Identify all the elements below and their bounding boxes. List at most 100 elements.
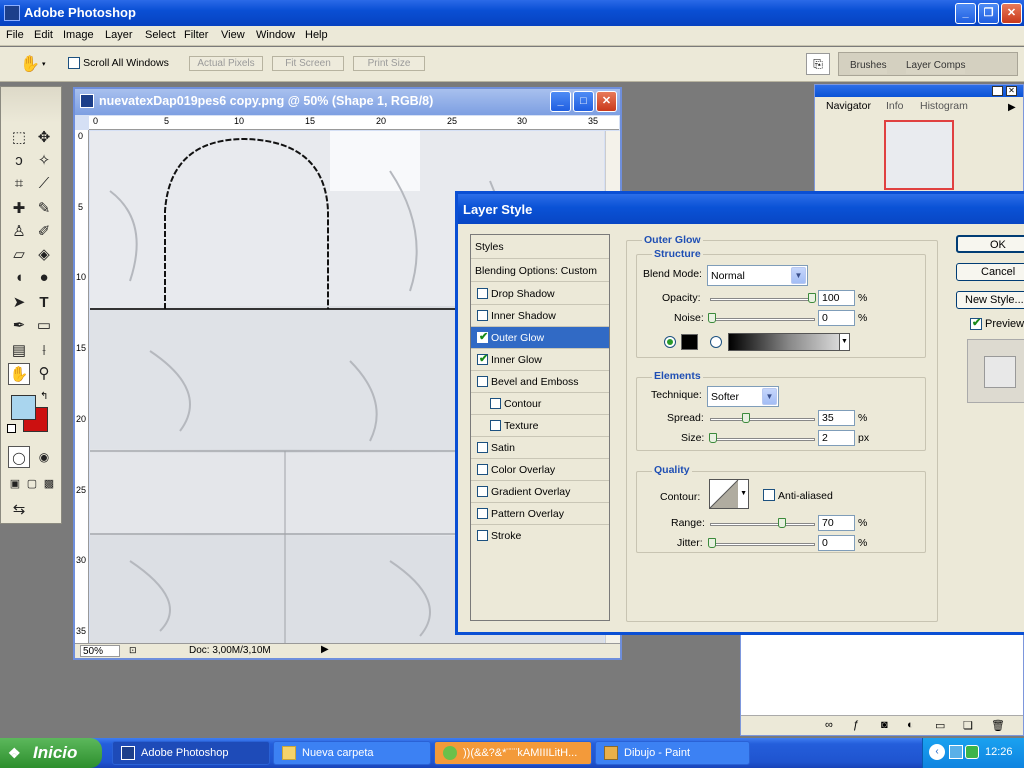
menu-window[interactable]: Window xyxy=(256,29,295,41)
menu-help[interactable]: Help xyxy=(305,29,328,41)
style-item-outer-glow[interactable]: Outer Glow xyxy=(471,327,609,349)
blur-tool-icon[interactable]: ◖ xyxy=(8,267,30,289)
rectangle-tool-icon[interactable]: ▭ xyxy=(33,315,55,337)
task-photoshop[interactable]: Adobe Photoshop xyxy=(112,741,270,765)
opacity-input[interactable]: 100 xyxy=(818,290,855,306)
glow-gradient-picker[interactable] xyxy=(728,333,850,351)
network-icon[interactable] xyxy=(949,745,963,759)
fit-screen-button[interactable]: Fit Screen xyxy=(272,56,344,71)
restore-button[interactable]: ❐ xyxy=(978,3,999,24)
path-selection-tool-icon[interactable]: ➤ xyxy=(8,292,30,314)
inner-shadow-checkbox[interactable] xyxy=(477,310,488,321)
zoom-tool-icon[interactable]: ⚲ xyxy=(33,363,55,385)
menu-select[interactable]: Select xyxy=(145,29,176,41)
healing-brush-tool-icon[interactable]: ✚ xyxy=(8,198,30,220)
file-browser-icon[interactable]: ⎘ xyxy=(806,53,830,75)
opacity-slider-thumb[interactable] xyxy=(808,293,816,303)
jitter-slider[interactable] xyxy=(708,538,815,548)
status-arrow-icon[interactable]: ▶ xyxy=(321,644,329,655)
noise-slider[interactable] xyxy=(708,313,815,323)
gradient-overlay-checkbox[interactable] xyxy=(477,486,488,497)
noise-input[interactable]: 0 xyxy=(818,310,855,326)
layer-mask-icon[interactable]: ◙ xyxy=(881,719,888,731)
panel-menu-icon[interactable]: ▶ xyxy=(1008,102,1016,113)
layer-style-icon[interactable]: ƒ xyxy=(853,719,859,731)
clone-stamp-tool-icon[interactable]: ♙ xyxy=(8,221,30,243)
eyedropper-tool-icon[interactable]: ⟊ xyxy=(33,340,55,362)
size-slider-thumb[interactable] xyxy=(709,433,717,443)
scroll-all-windows-checkbox[interactable] xyxy=(68,57,80,70)
well-tab-layer-comps[interactable]: Layer Comps xyxy=(906,60,966,74)
style-item-bevel-emboss[interactable]: Bevel and Emboss xyxy=(471,371,609,393)
gradient-radio[interactable] xyxy=(710,336,722,348)
solid-color-radio[interactable] xyxy=(664,336,676,348)
style-item-gradient-overlay[interactable]: Gradient Overlay xyxy=(471,481,609,503)
delete-layer-icon[interactable]: 🗑 xyxy=(991,719,1005,732)
foreground-color-swatch[interactable] xyxy=(11,395,36,420)
contour-picker[interactable]: ▼ xyxy=(709,479,749,509)
hand-tool-preset-icon[interactable]: ✋ xyxy=(20,54,40,74)
eraser-tool-icon[interactable]: ▱ xyxy=(8,244,30,266)
range-input[interactable]: 70 xyxy=(818,515,855,531)
panel-minimize-icon[interactable] xyxy=(992,86,1003,96)
blend-mode-select[interactable]: Normal ▼ xyxy=(707,265,808,286)
task-messenger[interactable]: ))(&&?&*¨¨¨kAMIIILitH... xyxy=(434,741,592,765)
tab-histogram[interactable]: Histogram xyxy=(920,100,968,115)
menu-view[interactable]: View xyxy=(221,29,245,41)
lasso-tool-icon[interactable]: ↄ xyxy=(8,150,30,172)
default-colors-icon[interactable] xyxy=(7,424,16,433)
contour-checkbox[interactable] xyxy=(490,398,501,409)
menu-filter[interactable]: Filter xyxy=(184,29,208,41)
print-size-button[interactable]: Print Size xyxy=(353,56,425,71)
close-button[interactable]: ✕ xyxy=(1001,3,1022,24)
cancel-button[interactable]: Cancel xyxy=(956,263,1024,281)
pattern-overlay-checkbox[interactable] xyxy=(477,508,488,519)
actual-pixels-button[interactable]: Actual Pixels xyxy=(189,56,263,71)
status-menu-icon[interactable]: ⊡ xyxy=(129,645,137,656)
well-tab-brushes[interactable]: Brushes xyxy=(850,60,887,74)
style-item-inner-glow[interactable]: Inner Glow xyxy=(471,349,609,371)
range-slider[interactable] xyxy=(710,518,815,528)
new-layer-icon[interactable]: ❏ xyxy=(963,719,973,732)
noise-slider-thumb[interactable] xyxy=(708,313,716,323)
jump-to-imageready-icon[interactable]: ⇆ xyxy=(8,499,30,521)
size-input[interactable]: 2 xyxy=(818,430,855,446)
type-tool-icon[interactable]: T xyxy=(33,292,55,314)
navigator-thumbnail[interactable] xyxy=(884,120,954,190)
ok-button[interactable]: OK xyxy=(956,235,1024,253)
scroll-all-windows-toggle[interactable]: Scroll All Windows xyxy=(68,57,169,70)
technique-select[interactable]: Softer ▼ xyxy=(707,386,779,407)
minimize-button[interactable]: _ xyxy=(955,3,976,24)
tab-info[interactable]: Info xyxy=(886,100,904,115)
magic-wand-tool-icon[interactable]: ✧ xyxy=(33,150,55,172)
style-item-drop-shadow[interactable]: Drop Shadow xyxy=(471,283,609,305)
anti-aliased-checkbox[interactable] xyxy=(763,489,775,501)
satin-checkbox[interactable] xyxy=(477,442,488,453)
menu-layer[interactable]: Layer xyxy=(105,29,133,41)
marquee-tool-icon[interactable]: ⬚ xyxy=(8,127,30,149)
contour-dropdown-arrow-icon[interactable]: ▼ xyxy=(740,490,747,497)
inner-glow-checkbox[interactable] xyxy=(477,352,488,365)
pen-tool-icon[interactable]: ✒ xyxy=(8,315,30,337)
doc-maximize-button[interactable]: □ xyxy=(573,91,594,112)
spread-slider[interactable] xyxy=(710,413,815,423)
stroke-checkbox[interactable] xyxy=(477,530,488,541)
spread-slider-thumb[interactable] xyxy=(742,413,750,423)
task-paint[interactable]: Dibujo - Paint xyxy=(595,741,750,765)
style-item-satin[interactable]: Satin xyxy=(471,437,609,459)
slice-tool-icon[interactable]: ⟋ xyxy=(33,173,55,195)
jitter-input[interactable]: 0 xyxy=(818,535,855,551)
notes-tool-icon[interactable]: ▤ xyxy=(8,340,30,362)
spread-input[interactable]: 35 xyxy=(818,410,855,426)
crop-tool-icon[interactable]: ⌗ xyxy=(8,173,30,195)
bevel-emboss-checkbox[interactable] xyxy=(477,376,488,387)
doc-close-button[interactable]: ✕ xyxy=(596,91,617,112)
texture-checkbox[interactable] xyxy=(490,420,501,431)
blending-options-item[interactable]: Blending Options: Custom xyxy=(471,260,609,282)
start-button[interactable]: ❖ Inicio xyxy=(0,738,102,768)
history-brush-tool-icon[interactable]: ✐ xyxy=(33,221,55,243)
glow-color-swatch[interactable] xyxy=(681,334,698,350)
standard-mode-icon[interactable]: ◯ xyxy=(8,446,30,468)
hand-tool-icon[interactable]: ✋ xyxy=(8,363,30,385)
tab-navigator[interactable]: Navigator xyxy=(826,100,871,115)
